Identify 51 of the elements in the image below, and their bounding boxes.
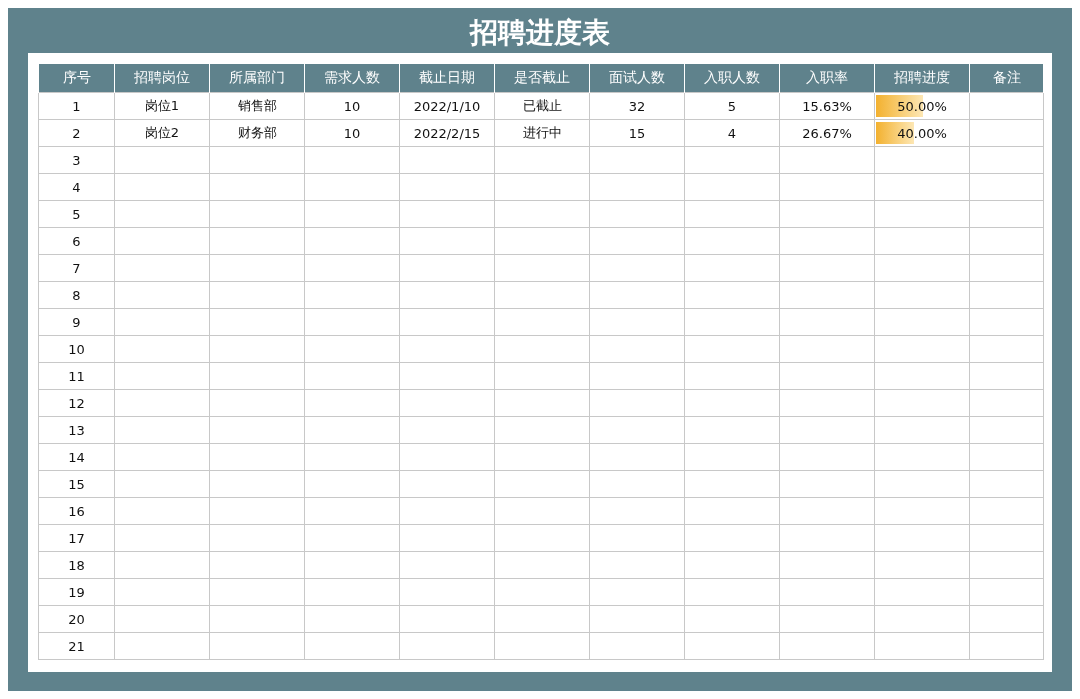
table-cell: 12 [38, 389, 115, 417]
column-header: 入职人数 [684, 64, 780, 93]
table-cell: 已截止 [494, 92, 590, 120]
table-cell: 10 [304, 119, 400, 147]
table-cell: 5 [684, 92, 780, 120]
sheet-title: 招聘进度表 [468, 15, 611, 51]
table-cell: 岗位2 [114, 119, 210, 147]
table-cell: 7 [38, 254, 115, 282]
table-cell: 1 [38, 92, 115, 120]
column-header: 招聘进度 [874, 64, 970, 93]
table-cell: 17 [38, 524, 115, 552]
column-header: 序号 [38, 64, 115, 93]
column-header: 面试人数 [589, 64, 685, 93]
table-cell: 16 [38, 497, 115, 525]
table-cell: 14 [38, 443, 115, 471]
table-cell: 4 [38, 173, 115, 201]
table-cell: 2022/1/10 [399, 92, 495, 120]
table-cell: 10 [304, 92, 400, 120]
table-cell: 32 [589, 92, 685, 120]
table-cell: 21 [38, 632, 115, 660]
table-cell: 19 [38, 578, 115, 606]
table-cell: 15 [38, 470, 115, 498]
table-cell: 8 [38, 281, 115, 309]
progress-value: 40.00% [897, 125, 947, 141]
table-cell: 11 [38, 362, 115, 390]
table-cell: 财务部 [209, 119, 305, 147]
table-cell: 15.63% [779, 92, 875, 120]
column-header: 所属部门 [209, 64, 305, 93]
column-header: 备注 [969, 64, 1044, 93]
progress-value: 50.00% [897, 98, 947, 114]
table-cell: 15 [589, 119, 685, 147]
table-cell: 3 [38, 146, 115, 174]
table-cell: 销售部 [209, 92, 305, 120]
table-cell: 5 [38, 200, 115, 228]
table-cell: 岗位1 [114, 92, 210, 120]
table-cell: 20 [38, 605, 115, 633]
table-cell: 26.67% [779, 119, 875, 147]
table-cell: 9 [38, 308, 115, 336]
column-header: 招聘岗位 [114, 64, 210, 93]
column-header: 入职率 [779, 64, 875, 93]
table-cell: 10 [38, 335, 115, 363]
table-cell: 4 [684, 119, 780, 147]
table-cell: 18 [38, 551, 115, 579]
table-cell: 6 [38, 227, 115, 255]
table-cell: 进行中 [494, 119, 590, 147]
column-header: 截止日期 [399, 64, 495, 93]
table-cell: 2022/2/15 [399, 119, 495, 147]
column-header: 需求人数 [304, 64, 400, 93]
table-cell: 2 [38, 119, 115, 147]
table-cell: 13 [38, 416, 115, 444]
column-header: 是否截止 [494, 64, 590, 93]
